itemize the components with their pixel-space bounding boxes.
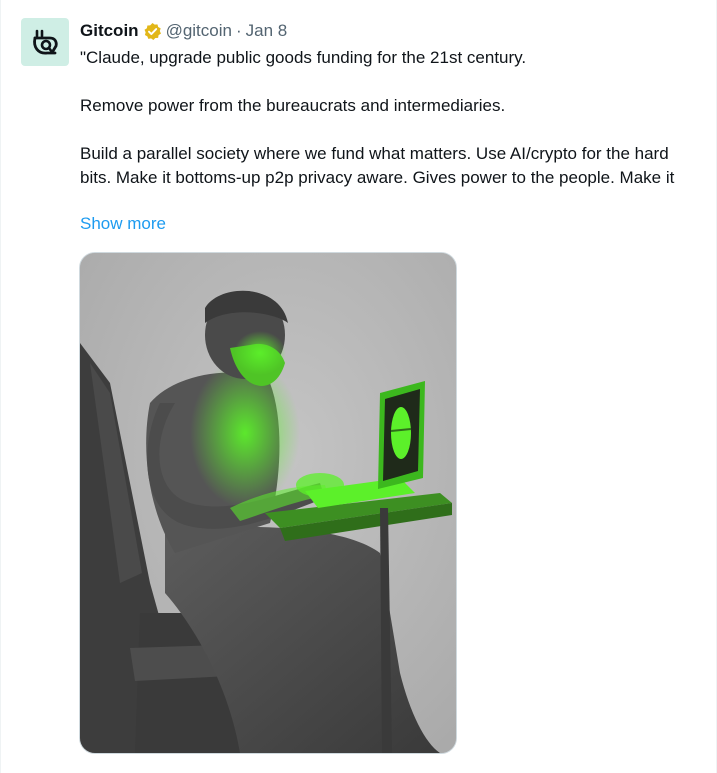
avatar[interactable] — [21, 18, 69, 66]
gitcoin-logo-icon — [33, 29, 58, 55]
tweet-card[interactable]: Gitcoin @gitcoin · Jan 8 "Claude, upgrad… — [0, 0, 717, 773]
tweet-header: Gitcoin @gitcoin · Jan 8 — [80, 20, 287, 42]
author-handle[interactable]: @gitcoin — [166, 21, 232, 41]
show-more-link[interactable]: Show more — [80, 214, 166, 234]
tweet-date[interactable]: Jan 8 — [246, 21, 288, 41]
author-name[interactable]: Gitcoin — [80, 21, 139, 41]
tweet-text: "Claude, upgrade public goods funding fo… — [80, 46, 700, 190]
tweet-paragraph-2: Remove power from the bureaucrats and in… — [80, 96, 506, 115]
header-separator: · — [235, 21, 242, 40]
tweet-actions-bar — [80, 766, 700, 773]
verified-gold-badge-icon[interactable] — [143, 22, 162, 41]
statue-with-laptop-illustration — [80, 253, 456, 753]
tweet-image[interactable] — [79, 252, 457, 754]
tweet-paragraph-1: "Claude, upgrade public goods funding fo… — [80, 48, 527, 67]
tweet-paragraph-3: Build a parallel society where we fund w… — [80, 144, 675, 187]
